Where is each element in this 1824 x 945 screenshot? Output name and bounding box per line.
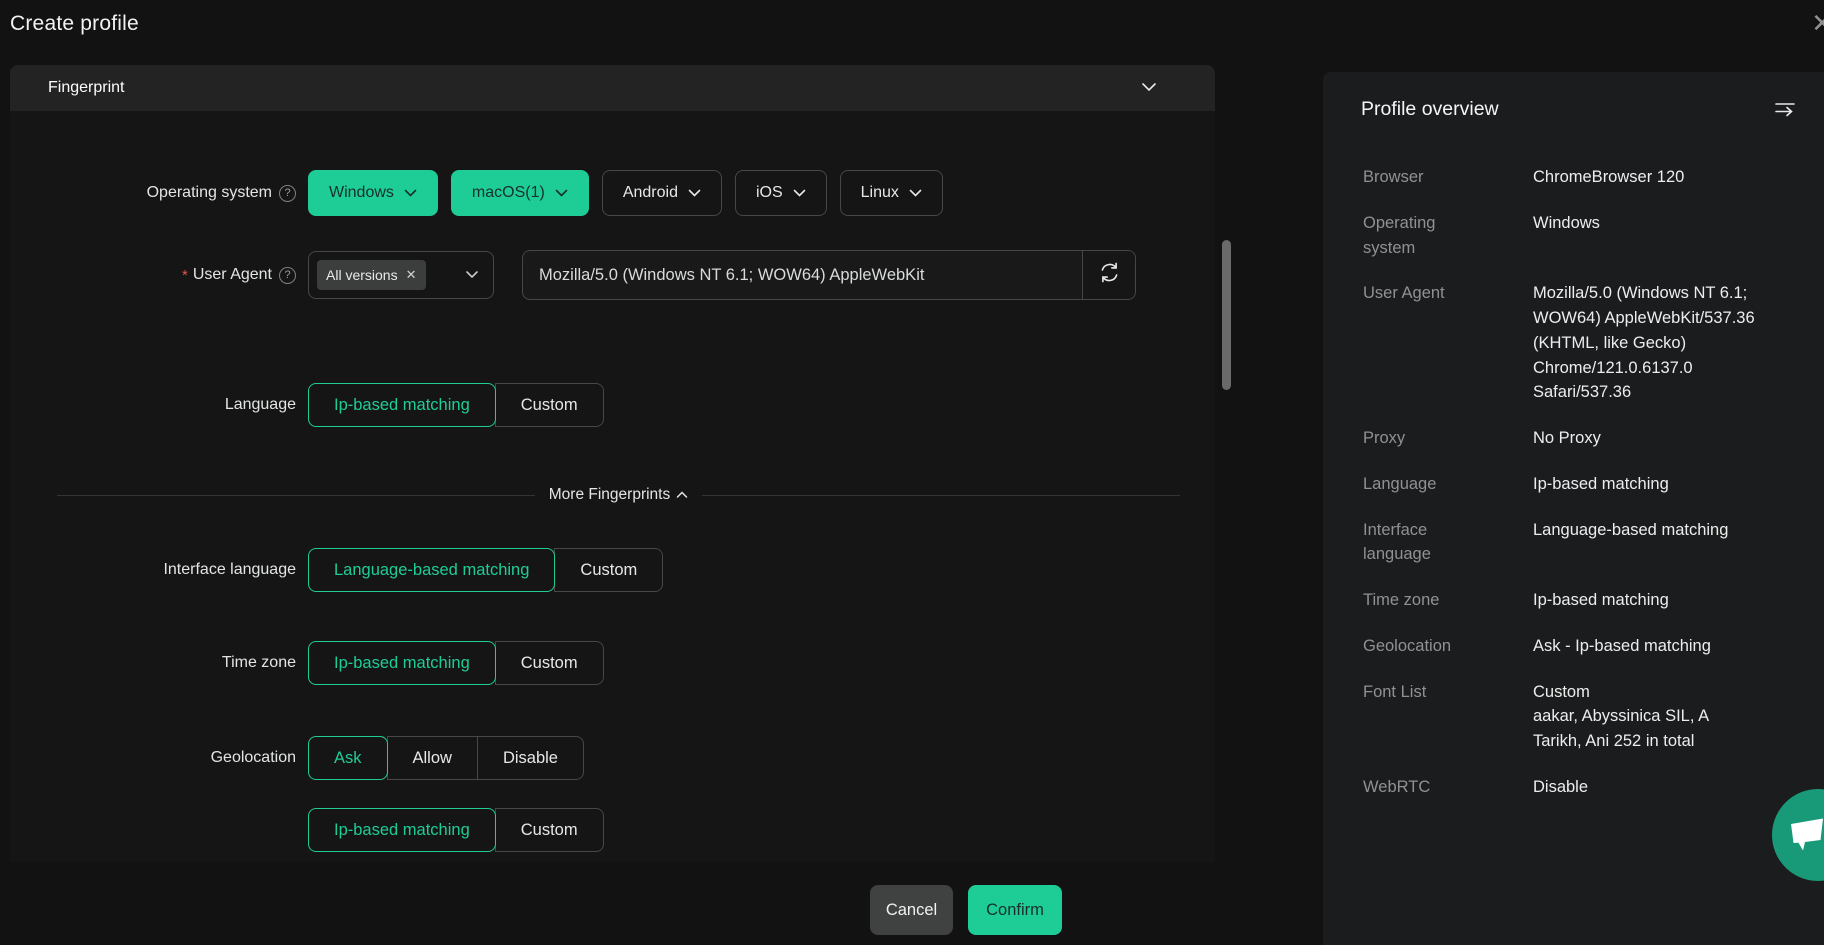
geolocation-mode-segmented: Ask Allow Disable <box>308 736 584 780</box>
fingerprint-panel: Fingerprint Operating system ? Windows m… <box>10 65 1215 862</box>
chevron-down-icon[interactable] <box>1141 79 1157 97</box>
os-button-macos[interactable]: macOS(1) <box>451 170 589 216</box>
chevron-down-icon <box>404 184 417 202</box>
os-button-ios[interactable]: iOS <box>735 170 827 216</box>
chat-bubble-icon <box>1784 812 1824 859</box>
tag-close-icon[interactable]: ✕ <box>406 267 417 283</box>
close-icon[interactable]: ✕ <box>1811 10 1824 36</box>
interface-language-row: Interface language Language-based matchi… <box>10 548 1215 592</box>
language-label: Language <box>225 396 296 414</box>
profile-overview-title: Profile overview <box>1361 98 1499 121</box>
geolocation-option-allow[interactable]: Allow <box>387 736 478 780</box>
overview-row-time-zone: Time zone Ip-based matching <box>1363 588 1824 613</box>
operating-system-row: Operating system ? Windows macOS(1) Andr… <box>10 170 1215 216</box>
os-button-group: Windows macOS(1) Android iOS Linux <box>308 170 943 216</box>
interface-language-segmented: Language-based matching Custom <box>308 548 663 592</box>
geolocation-row: Geolocation Ask Allow Disable <box>10 736 1215 780</box>
overview-row-interface-language: Interface language Language-based matchi… <box>1363 518 1824 568</box>
page-title: Create profile <box>10 12 139 36</box>
os-button-windows[interactable]: Windows <box>308 170 438 216</box>
geolocation-label: Geolocation <box>211 749 296 767</box>
time-zone-option-ip-based[interactable]: Ip-based matching <box>308 641 496 685</box>
time-zone-option-custom[interactable]: Custom <box>495 641 604 685</box>
overview-row-language: Language Ip-based matching <box>1363 472 1824 497</box>
more-fingerprints-toggle[interactable]: More Fingerprints <box>57 486 1180 504</box>
refresh-button[interactable] <box>1082 251 1135 299</box>
chevron-down-icon <box>909 184 922 202</box>
help-icon[interactable]: ? <box>279 185 296 202</box>
help-icon[interactable]: ? <box>279 267 296 284</box>
user-agent-row: * User Agent ? All versions ✕ <box>10 250 1215 300</box>
cancel-button[interactable]: Cancel <box>870 885 953 935</box>
profile-overview-panel: Profile overview Browser ChromeBrowser 1… <box>1323 72 1824 945</box>
chevron-up-icon <box>676 486 688 504</box>
fingerprint-section-title: Fingerprint <box>48 79 124 97</box>
geolocation-matching-option-ip-based[interactable]: Ip-based matching <box>308 808 496 852</box>
overview-row-webrtc: WebRTC Disable <box>1363 775 1824 800</box>
ua-input-group <box>522 250 1136 300</box>
overview-row-geolocation: Geolocation Ask - Ip-based matching <box>1363 634 1824 659</box>
geolocation-matching-option-custom[interactable]: Custom <box>495 808 604 852</box>
interface-language-option-language-based[interactable]: Language-based matching <box>308 548 555 592</box>
vertical-scrollbar[interactable] <box>1222 240 1231 390</box>
time-zone-segmented: Ip-based matching Custom <box>308 641 604 685</box>
interface-language-option-custom[interactable]: Custom <box>554 548 663 592</box>
divider-line <box>57 495 535 496</box>
divider-line <box>702 495 1180 496</box>
overview-row-operating-system: Operating system Windows <box>1363 211 1824 261</box>
language-option-ip-based[interactable]: Ip-based matching <box>308 383 496 427</box>
overview-row-font-list: Font List Custom aakar, Abyssinica SIL, … <box>1363 680 1824 754</box>
modal-footer: Cancel Confirm <box>870 885 1062 935</box>
overview-row-browser: Browser ChromeBrowser 120 <box>1363 165 1824 190</box>
overview-row-proxy: Proxy No Proxy <box>1363 426 1824 451</box>
required-mark: * <box>182 267 188 284</box>
interface-language-label: Interface language <box>163 561 296 579</box>
chevron-down-icon <box>555 184 568 202</box>
collapse-panel-icon[interactable] <box>1774 101 1796 118</box>
geolocation-matching-segmented: Ip-based matching Custom <box>308 808 604 852</box>
ua-version-select[interactable]: All versions ✕ <box>308 251 494 299</box>
fingerprint-form: Operating system ? Windows macOS(1) Andr… <box>10 111 1215 862</box>
operating-system-label: Operating system <box>147 184 272 202</box>
fingerprint-section-header[interactable]: Fingerprint <box>10 65 1215 111</box>
user-agent-label: User Agent <box>193 266 272 284</box>
more-fingerprints-label: More Fingerprints <box>549 486 670 504</box>
refresh-icon <box>1098 261 1121 289</box>
user-agent-input[interactable] <box>523 251 1082 299</box>
os-button-android[interactable]: Android <box>602 170 722 216</box>
language-option-custom[interactable]: Custom <box>495 383 604 427</box>
geolocation-option-ask[interactable]: Ask <box>308 736 388 780</box>
time-zone-label: Time zone <box>222 654 296 672</box>
language-segmented: Ip-based matching Custom <box>308 383 604 427</box>
language-row: Language Ip-based matching Custom <box>10 383 1215 427</box>
time-zone-row: Time zone Ip-based matching Custom <box>10 641 1215 685</box>
confirm-button[interactable]: Confirm <box>968 885 1062 935</box>
profile-overview-list: Browser ChromeBrowser 120 Operating syst… <box>1363 165 1824 800</box>
chevron-down-icon <box>793 184 806 202</box>
geolocation-option-disable[interactable]: Disable <box>477 736 584 780</box>
chevron-down-icon <box>465 266 479 284</box>
os-button-linux[interactable]: Linux <box>840 170 943 216</box>
chevron-down-icon <box>688 184 701 202</box>
overview-row-user-agent: User Agent Mozilla/5.0 (Windows NT 6.1; … <box>1363 281 1824 405</box>
ua-version-tag: All versions ✕ <box>317 260 426 290</box>
geolocation-matching-row: Ip-based matching Custom <box>10 808 1215 852</box>
